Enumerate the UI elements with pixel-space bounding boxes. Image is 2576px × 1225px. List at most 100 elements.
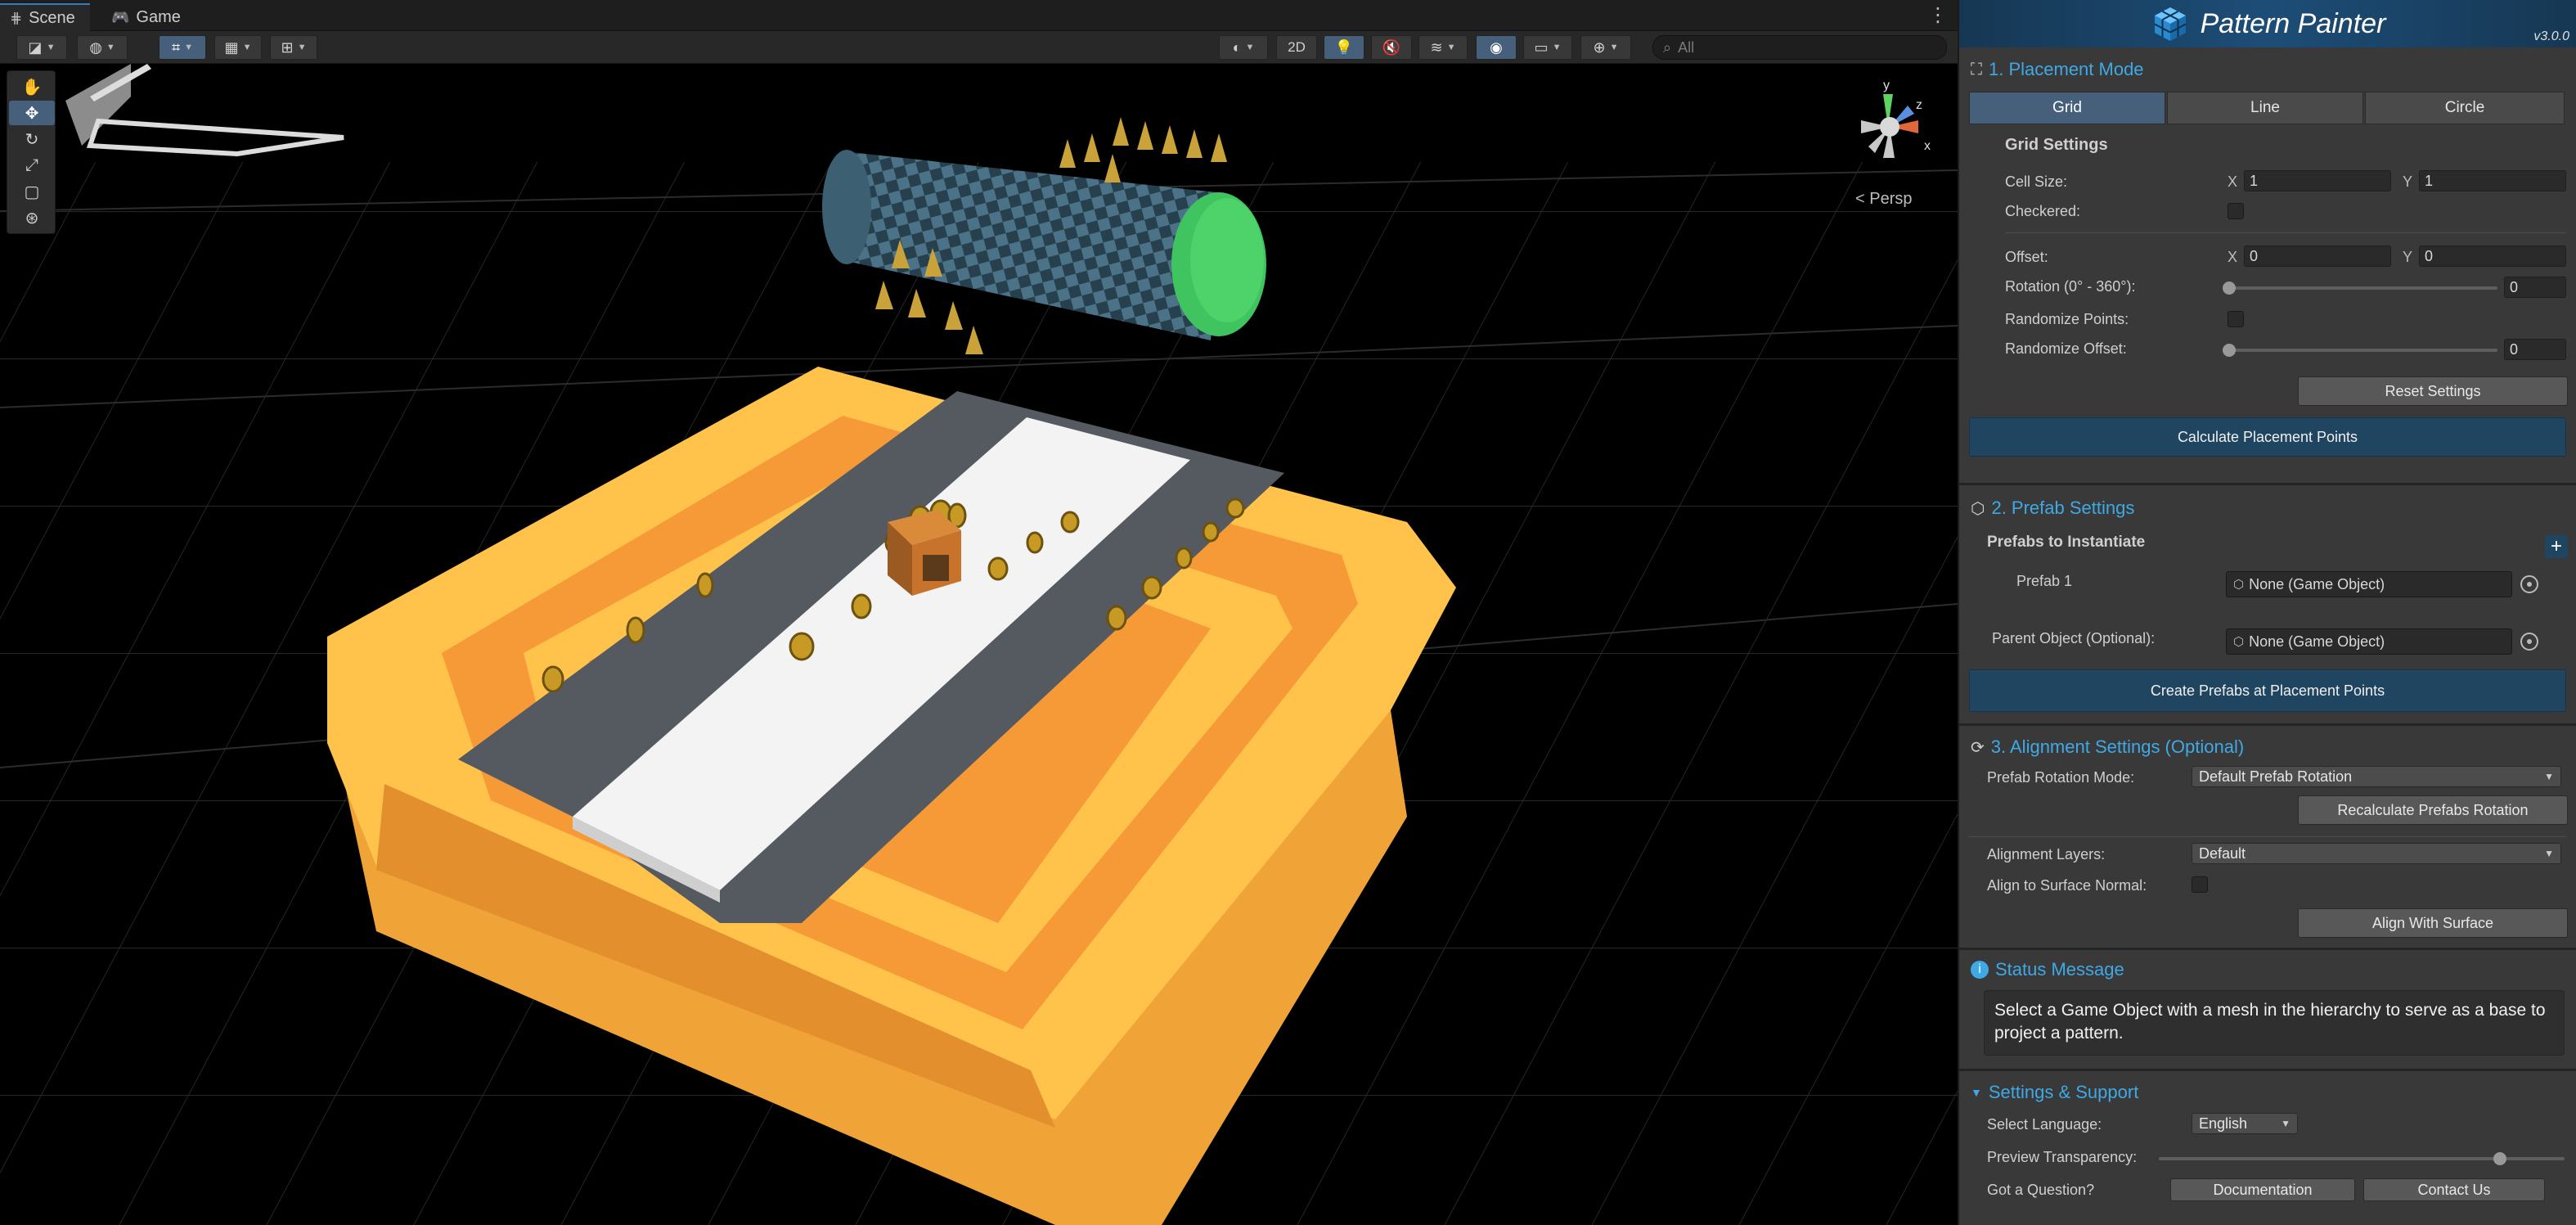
mode-line-button[interactable]: Line (2167, 92, 2363, 124)
randomize-offset-field[interactable]: 0 (2504, 339, 2566, 360)
object-picker-icon[interactable] (2520, 633, 2538, 651)
randomize-offset-slider-handle[interactable] (2223, 344, 2236, 357)
alignment-layers-label: Alignment Layers: (1987, 846, 2106, 862)
mode-circle-label: Circle (2444, 99, 2485, 116)
gizmos-icon: ⊕ (1593, 38, 1606, 56)
cell-size-x-field[interactable]: 1 (2244, 170, 2391, 191)
grid-settings-title: Grid Settings (2005, 136, 2108, 154)
parent-object-field[interactable]: ⬡ None (Game Object) (2226, 628, 2512, 655)
alignment-settings-header[interactable]: ⟳ 3. Alignment Settings (Optional) (1971, 736, 2244, 758)
gamepad-icon: 🎮 (111, 8, 130, 25)
global-toggle-dropdown[interactable]: ◍ ▼ (77, 35, 128, 60)
surface-normal-label: Align to Surface Normal: (1987, 877, 2147, 894)
audio-icon: 🔇 (1382, 38, 1401, 56)
prefab-1-value: None (Game Object) (2249, 575, 2385, 592)
move-tool-icon[interactable]: ✥ (9, 101, 55, 125)
calculate-placement-points-label: Calculate Placement Points (2177, 428, 2358, 445)
mode-circle-button[interactable]: Circle (2365, 92, 2565, 124)
ruler-icon: ⊞ (281, 38, 294, 56)
grid-snap-dropdown[interactable]: ⌗ ▼ (159, 35, 206, 60)
cube-logo-icon (2154, 7, 2187, 41)
add-prefab-button[interactable]: + (2545, 535, 2568, 558)
panel-title: Pattern Painter (2200, 7, 2386, 39)
shading-dropdown[interactable]: ◐ ▼ (1219, 35, 1268, 60)
parent-object-value: None (Game Object) (2249, 633, 2385, 650)
projection-toggle[interactable]: < Persp (1855, 190, 1912, 209)
transform-tool-icon[interactable]: ⊛ (9, 205, 55, 230)
contact-us-button[interactable]: Contact Us (2363, 1178, 2545, 1201)
rect-tool-icon[interactable]: ▢ (9, 179, 55, 204)
scene-canvas[interactable] (0, 64, 1958, 1225)
effects-dropdown[interactable]: ≋ ▼ (1418, 35, 1468, 60)
gizmos-dropdown[interactable]: ⊕ ▼ (1580, 35, 1631, 60)
tab-game[interactable]: 🎮 Game (101, 3, 196, 31)
parent-object-label: Parent Object (Optional): (1992, 630, 2156, 646)
mode-grid-button[interactable]: Grid (1969, 92, 2165, 124)
rotation-field[interactable]: 0 (2504, 277, 2566, 298)
rotate-tool-icon[interactable]: ↻ (9, 127, 55, 151)
hand-tool-icon[interactable]: ✋ (9, 74, 55, 99)
snap-grid-icon: ⌗ (171, 38, 181, 56)
prefab-1-object-field[interactable]: ⬡ None (Game Object) (2226, 571, 2512, 597)
divider (2005, 232, 2566, 233)
status-message-header: i Status Message (1971, 959, 2124, 980)
alignment-layers-dropdown[interactable]: Default ▼ (2192, 843, 2561, 864)
prefabs-to-instantiate-label: Prefabs to Instantiate (1987, 534, 2146, 551)
rotation-mode-dropdown[interactable]: Default Prefab Rotation ▼ (2192, 766, 2561, 787)
scene-visibility-toggle[interactable]: ◉ (1476, 35, 1517, 60)
toggle-2d-button[interactable]: 2D (1276, 35, 1317, 60)
alignment-settings-title: 3. Alignment Settings (Optional) (1990, 736, 2245, 757)
tab-scene-label: Scene (29, 8, 75, 27)
placement-mode-title: 1. Placement Mode (1989, 59, 2144, 79)
rotation-mode-label: Prefab Rotation Mode: (1987, 769, 2135, 786)
randomize-offset-slider[interactable] (2229, 349, 2497, 352)
prefab-settings-header[interactable]: ⬡ 2. Prefab Settings (1971, 498, 2134, 519)
scene-view[interactable]: ⋕ Scene 🎮 Game ⋮ ◪ ▼ ◍ ▼ ⌗ ▼ ▦ ▼ ⊞ ▼ ◐ ▼ 2D 💡 … (0, 0, 1958, 1225)
offset-y-label: Y (2403, 249, 2413, 265)
recalculate-rotation-label: Recalculate Prefabs Rotation (2337, 801, 2529, 818)
scale-tool-icon[interactable]: ⤢ (9, 153, 55, 178)
more-options-icon[interactable]: ⋮ (1928, 3, 1948, 27)
checkered-checkbox[interactable] (2228, 203, 2244, 219)
reset-settings-button[interactable]: Reset Settings (2298, 376, 2568, 406)
surface-normal-checkbox[interactable] (2192, 876, 2208, 893)
cell-size-y-field[interactable]: 1 (2419, 170, 2566, 191)
refresh-icon: ⟳ (1971, 738, 1985, 757)
question-label: Got a Question? (1987, 1182, 2095, 1198)
randomize-points-checkbox[interactable] (2228, 311, 2244, 327)
orientation-gizmo[interactable]: y z x (1841, 78, 1939, 176)
game-object-icon: ⬡ (2233, 578, 2245, 592)
placement-mode-header[interactable]: ⛶ 1. Placement Mode (1971, 59, 2144, 80)
scene-toolbar: ◪ ▼ ◍ ▼ ⌗ ▼ ▦ ▼ ⊞ ▼ ◐ ▼ 2D 💡 🔇 ≋ ▼ ◉ ▭ ▼ ⊕ ▼ ⌕ Al… (0, 31, 1958, 64)
search-icon: ⌕ (1663, 38, 1672, 56)
camera-dropdown[interactable]: ▭ ▼ (1523, 35, 1572, 60)
rotation-slider[interactable] (2229, 286, 2497, 290)
offset-y-field[interactable]: 0 (2419, 245, 2566, 267)
lighting-toggle[interactable]: 💡 (1324, 35, 1364, 60)
align-with-surface-button[interactable]: Align With Surface (2298, 908, 2568, 938)
cube-icon: ⬡ (1971, 499, 1985, 518)
object-picker-icon[interactable] (2520, 575, 2538, 593)
create-prefabs-button[interactable]: Create Prefabs at Placement Points (1969, 669, 2566, 712)
language-dropdown[interactable]: English ▼ (2192, 1113, 2298, 1134)
rotation-slider-handle[interactable] (2223, 281, 2236, 295)
recalculate-rotation-button[interactable]: Recalculate Prefabs Rotation (2298, 795, 2568, 825)
tab-scene[interactable]: ⋕ Scene (0, 3, 90, 31)
offset-label: Offset: (2005, 249, 2048, 265)
increment-snap-dropdown[interactable]: ⊞ ▼ (270, 35, 317, 60)
draw-mode-dropdown[interactable]: ◪ ▼ (16, 35, 67, 60)
grey-ramp-object (65, 64, 131, 146)
calculate-placement-points-button[interactable]: Calculate Placement Points (1969, 417, 2566, 457)
preview-transparency-slider-handle[interactable] (2493, 1152, 2506, 1165)
settings-support-header[interactable]: ▼ Settings & Support (1971, 1082, 2138, 1103)
offset-x-field[interactable]: 0 (2244, 245, 2391, 267)
rotation-label: Rotation (0° - 360°): (2005, 278, 2136, 295)
search-placeholder: All (1678, 38, 1695, 56)
chevron-down-icon: ▼ (2544, 771, 2554, 782)
documentation-button[interactable]: Documentation (2170, 1178, 2355, 1201)
scene-search-field[interactable]: ⌕ All (1652, 35, 1947, 60)
audio-toggle[interactable]: 🔇 (1371, 35, 1412, 60)
foldout-triangle-icon: ▼ (1971, 1086, 1982, 1099)
version-label: v3.0.0 (2533, 29, 2569, 43)
grid-visibility-dropdown[interactable]: ▦ ▼ (214, 35, 262, 60)
